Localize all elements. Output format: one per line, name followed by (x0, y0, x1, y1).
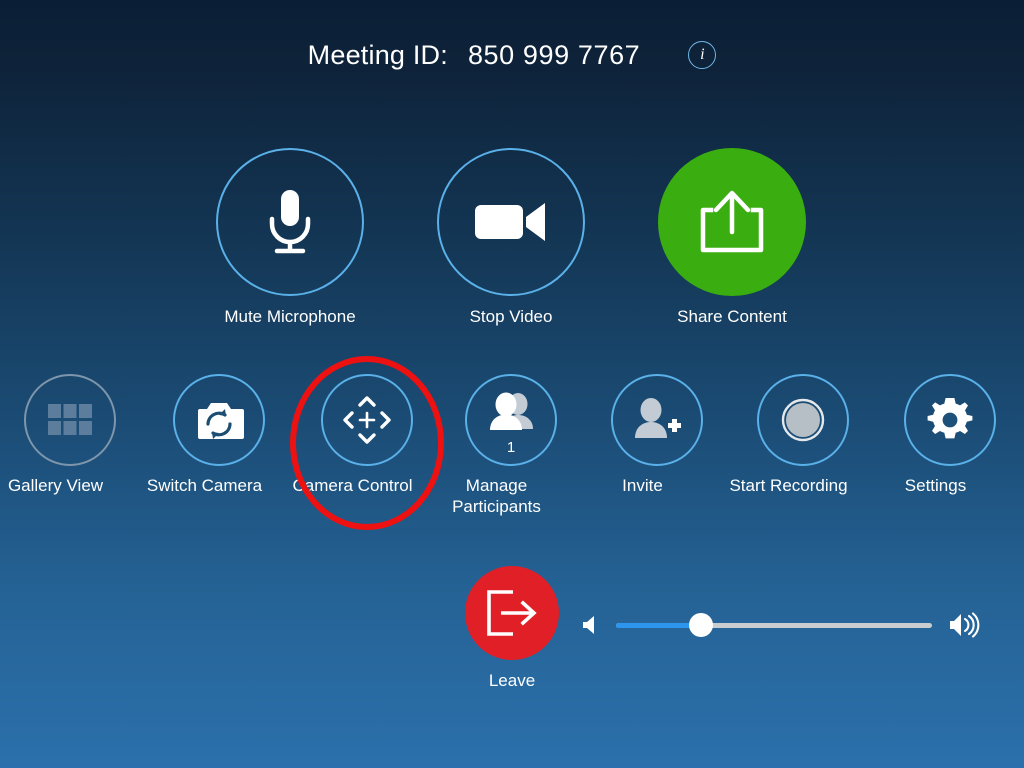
manage-participants-label: Manage Participants (452, 476, 541, 516)
leave-button[interactable]: Leave (465, 566, 559, 691)
meeting-id-label: Meeting ID: (307, 39, 448, 70)
add-person-icon (635, 398, 681, 438)
meeting-id-value: 850 999 7767 (467, 39, 641, 70)
switch-camera-button[interactable]: Switch Camera (147, 374, 265, 496)
speaker-high-icon[interactable] (948, 612, 980, 638)
gallery-view-label: Gallery View (7, 476, 104, 495)
video-camera-icon (475, 203, 545, 241)
leave-ring (465, 566, 559, 660)
stop-video-button[interactable]: Stop Video (437, 148, 585, 327)
volume-slider-thumb[interactable] (689, 613, 714, 637)
participants-icon (490, 392, 533, 430)
settings-label: Settings (904, 476, 967, 495)
participants-count-badge: 1 (506, 439, 516, 456)
share-content-button[interactable]: Share Content (658, 148, 806, 327)
settings-button[interactable]: Settings (904, 374, 996, 496)
mute-microphone-ring (216, 148, 364, 296)
invite-button[interactable]: Invite (611, 374, 703, 496)
record-button-icon (781, 398, 825, 442)
share-upload-icon (700, 190, 764, 253)
settings-ring (904, 374, 996, 466)
manage-participants-ring: 1 (465, 374, 557, 466)
volume-control (580, 607, 980, 643)
invite-ring (611, 374, 703, 466)
meeting-header: Meeting ID: 850 999 7767 i (0, 0, 1024, 110)
camera-control-ring (321, 374, 413, 466)
share-content-ring (658, 148, 806, 296)
camera-control-button[interactable]: Camera Control (293, 374, 413, 496)
mute-microphone-button[interactable]: Mute Microphone (216, 148, 364, 327)
manage-participants-button[interactable]: 1 Manage Participants (452, 374, 557, 517)
info-icon[interactable]: i (688, 41, 717, 69)
leave-label: Leave (488, 671, 536, 690)
stop-video-ring (437, 148, 585, 296)
start-recording-ring (757, 374, 849, 466)
camera-control-label: Camera Control (292, 476, 413, 495)
switch-camera-icon (196, 403, 244, 439)
microphone-icon (269, 190, 311, 254)
speaker-low-icon[interactable] (580, 613, 604, 637)
mute-microphone-label: Mute Microphone (224, 307, 356, 326)
share-content-label: Share Content (677, 307, 787, 326)
gear-icon (927, 398, 973, 439)
switch-camera-ring (173, 374, 265, 466)
switch-camera-label: Switch Camera (146, 476, 263, 495)
invite-label: Invite (622, 476, 663, 495)
camera-pan-tilt-icon (343, 396, 391, 444)
grid-view-icon (48, 404, 92, 435)
gallery-view-ring (24, 374, 116, 466)
exit-door-arrow-icon (487, 590, 537, 636)
start-recording-label: Start Recording (729, 476, 848, 495)
volume-slider[interactable] (616, 613, 932, 637)
start-recording-button[interactable]: Start Recording (729, 374, 849, 496)
stop-video-label: Stop Video (469, 307, 553, 326)
gallery-view-button[interactable]: Gallery View (8, 374, 116, 496)
